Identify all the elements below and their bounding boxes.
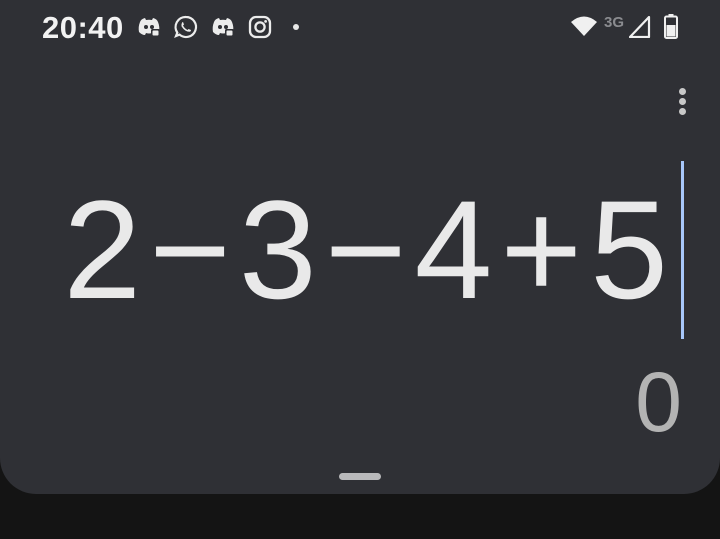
more-vert-icon bbox=[679, 88, 686, 95]
result-preview: 0 bbox=[635, 355, 682, 449]
drag-handle[interactable] bbox=[339, 473, 381, 480]
text-cursor bbox=[681, 161, 684, 339]
discord-icon bbox=[138, 18, 160, 37]
network-type-label: 3G bbox=[604, 14, 625, 31]
more-options-button[interactable] bbox=[670, 86, 694, 118]
status-bar: 20:40 3G bbox=[0, 0, 720, 56]
signal-icon bbox=[629, 16, 651, 38]
expression-display[interactable]: 2−3−4+5 bbox=[63, 180, 676, 320]
discord-icon bbox=[212, 18, 234, 37]
more-vert-icon bbox=[679, 108, 686, 115]
status-time: 20:40 bbox=[42, 10, 124, 45]
wifi-icon bbox=[571, 16, 597, 36]
instagram-icon bbox=[248, 15, 272, 39]
whatsapp-icon bbox=[174, 15, 198, 39]
more-notifications-dot bbox=[293, 24, 299, 30]
battery-icon bbox=[664, 14, 678, 39]
calculator-display-panel: 20:40 3G 2−3−4+5 0 bbox=[0, 0, 720, 494]
more-vert-icon bbox=[679, 98, 686, 105]
